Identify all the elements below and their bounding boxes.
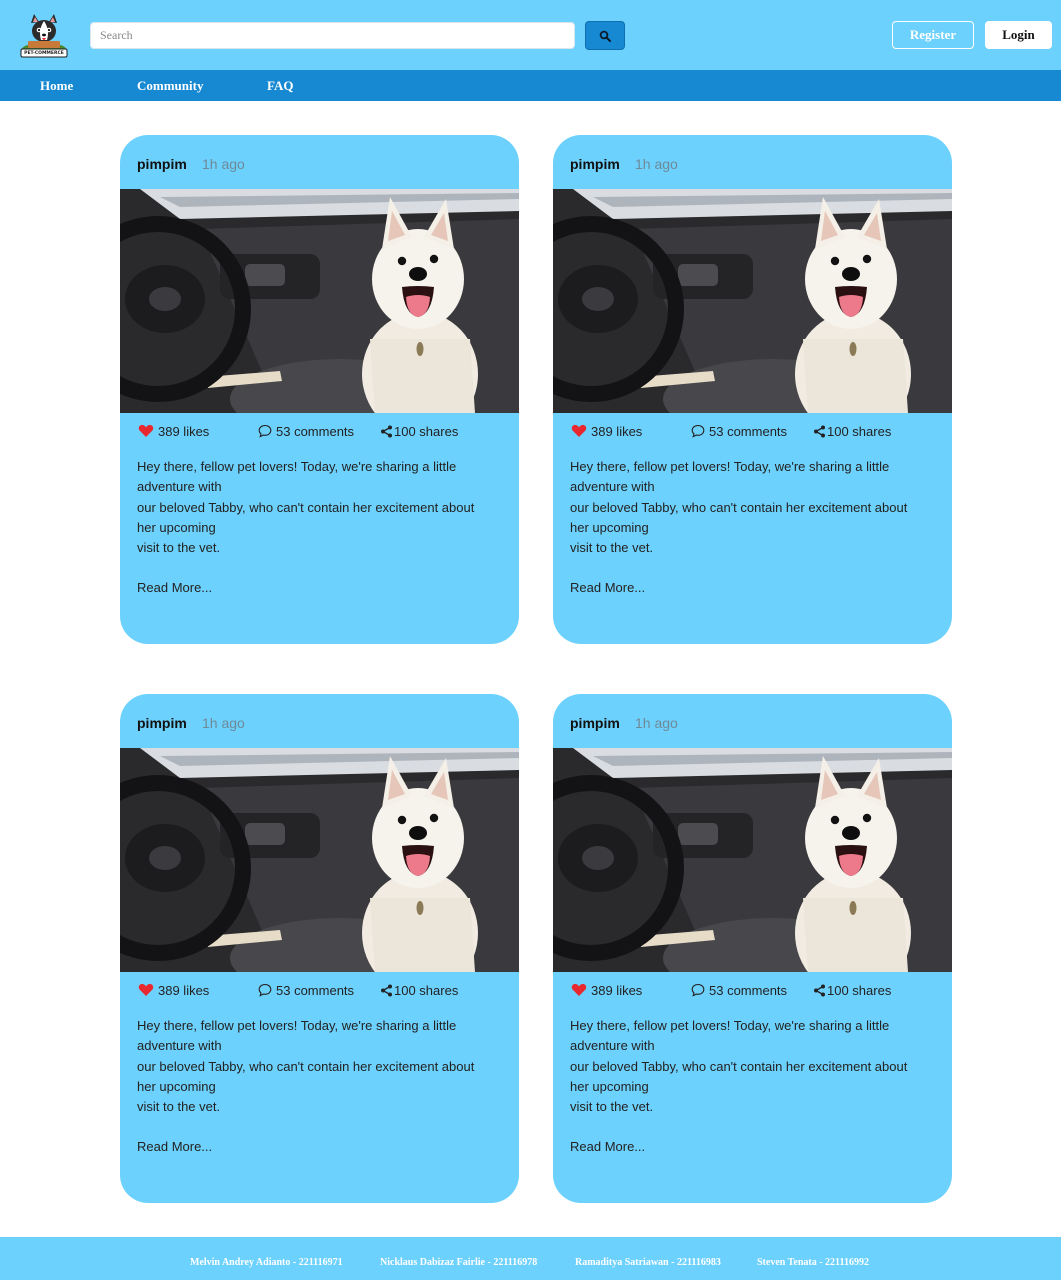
heart-icon — [571, 424, 587, 437]
likes-count: 389 likes — [591, 982, 643, 998]
comment-bubble-icon — [258, 983, 272, 997]
post-body-line: our beloved Tabby, who can't contain her… — [137, 499, 475, 515]
shares-count: 100 shares — [827, 423, 892, 439]
nav-item-community[interactable]: Community — [137, 70, 203, 101]
share-button[interactable]: 100 shares — [813, 422, 891, 440]
footer-credit: Melvin Andrey Adianto - 221116971 — [190, 1257, 343, 1268]
footer-credit: Ramaditya Satriawan - 221116983 — [575, 1257, 721, 1268]
post-body: Hey there, fellow pet lovers! Today, we'… — [137, 1016, 502, 1117]
post-body-line: visit to the vet. — [137, 540, 221, 556]
post-time: 1h ago — [202, 156, 245, 172]
share-icon — [381, 984, 392, 996]
share-button[interactable]: 100 shares — [380, 422, 458, 440]
share-button[interactable]: 100 shares — [380, 981, 458, 999]
shares-count: 100 shares — [827, 982, 892, 998]
top-header: PET-COMMERCE Register Login — [0, 0, 1061, 70]
share-icon — [814, 984, 825, 996]
comment-bubble-icon — [258, 424, 272, 438]
post-body: Hey there, fellow pet lovers! Today, we'… — [137, 457, 502, 558]
like-button[interactable]: 389 likes — [138, 422, 209, 440]
post-photo[interactable] — [553, 189, 952, 413]
post-body: Hey there, fellow pet lovers! Today, we'… — [570, 457, 935, 558]
comments-count: 53 comments — [709, 982, 788, 998]
shares-count: 100 shares — [394, 423, 459, 439]
comments-count: 53 comments — [276, 423, 355, 439]
comment-button[interactable]: 53 comments — [258, 422, 354, 440]
share-icon — [814, 425, 825, 437]
post-body-line: adventure with — [137, 479, 222, 495]
heart-icon — [138, 424, 154, 437]
comment-bubble-icon — [691, 424, 705, 438]
nav-item-home[interactable]: Home — [40, 70, 73, 101]
post-photo[interactable] — [553, 748, 952, 972]
share-button[interactable]: 100 shares — [813, 981, 891, 999]
pet-commerce-logo[interactable]: PET-COMMERCE — [19, 11, 69, 59]
share-icon — [381, 425, 392, 437]
post-body-line: her upcoming — [570, 1078, 649, 1094]
post-body-line: Hey there, fellow pet lovers! Today, we'… — [570, 459, 890, 474]
post-photo[interactable] — [120, 748, 519, 972]
comment-button[interactable]: 53 comments — [691, 422, 787, 440]
search-input[interactable] — [90, 22, 575, 49]
post-body-line: adventure with — [137, 1038, 222, 1054]
post-body-line: her upcoming — [570, 519, 649, 535]
footer-credit: Nicklaus Dabizaz Fairlie - 221116978 — [380, 1257, 538, 1268]
post-photo[interactable] — [120, 189, 519, 413]
post-username[interactable]: pimpim — [137, 715, 187, 731]
likes-count: 389 likes — [591, 423, 643, 439]
read-more-link[interactable]: Read More... — [570, 580, 645, 595]
post-username[interactable]: pimpim — [570, 715, 620, 731]
post-body-line: Hey there, fellow pet lovers! Today, we'… — [570, 1018, 890, 1033]
post-card: pimpim 1h ago 389 likes 53 comments 100 … — [553, 694, 952, 1203]
nav-item-faq[interactable]: FAQ — [267, 70, 293, 101]
heart-icon — [138, 983, 154, 996]
heart-icon — [571, 983, 587, 996]
post-username[interactable]: pimpim — [137, 156, 187, 172]
footer: Melvin Andrey Adianto - 221116971 Nickla… — [0, 1237, 1061, 1280]
like-button[interactable]: 389 likes — [571, 981, 642, 999]
like-button[interactable]: 389 likes — [138, 981, 209, 999]
post-card: pimpim 1h ago 389 likes 53 comments 100 … — [553, 135, 952, 644]
main-nav: Home Community FAQ — [0, 70, 1061, 101]
post-body-line: Hey there, fellow pet lovers! Today, we'… — [137, 459, 457, 474]
likes-count: 389 likes — [158, 423, 210, 439]
read-more-link[interactable]: Read More... — [137, 1139, 212, 1154]
post-card: pimpim 1h ago 389 likes 53 comments 100 … — [120, 135, 519, 644]
like-button[interactable]: 389 likes — [571, 422, 642, 440]
post-time: 1h ago — [635, 156, 678, 172]
post-body-line: our beloved Tabby, who can't contain her… — [570, 1058, 908, 1074]
footer-credit: Steven Tenata - 221116992 — [757, 1257, 869, 1268]
post-time: 1h ago — [202, 715, 245, 731]
comment-bubble-icon — [691, 983, 705, 997]
comments-count: 53 comments — [276, 982, 355, 998]
logo-text: PET-COMMERCE — [24, 51, 64, 56]
comment-button[interactable]: 53 comments — [691, 981, 787, 999]
post-body-line: visit to the vet. — [570, 540, 654, 556]
comment-button[interactable]: 53 comments — [258, 981, 354, 999]
post-body-line: our beloved Tabby, who can't contain her… — [137, 1058, 475, 1074]
post-body-line: her upcoming — [137, 519, 216, 535]
search-button[interactable] — [585, 21, 625, 50]
post-body-line: visit to the vet. — [137, 1099, 221, 1115]
post-body-line: visit to the vet. — [570, 1099, 654, 1115]
shares-count: 100 shares — [394, 982, 459, 998]
likes-count: 389 likes — [158, 982, 210, 998]
post-body-line: adventure with — [570, 1038, 655, 1054]
post-body-line: her upcoming — [137, 1078, 216, 1094]
register-button[interactable]: Register — [892, 21, 974, 49]
post-card: pimpim 1h ago 389 likes 53 comments 100 … — [120, 694, 519, 1203]
read-more-link[interactable]: Read More... — [570, 1139, 645, 1154]
post-body: Hey there, fellow pet lovers! Today, we'… — [570, 1016, 935, 1117]
read-more-link[interactable]: Read More... — [137, 580, 212, 595]
search-icon — [599, 30, 611, 42]
post-body-line: adventure with — [570, 479, 655, 495]
post-body-line: our beloved Tabby, who can't contain her… — [570, 499, 908, 515]
post-username[interactable]: pimpim — [570, 156, 620, 172]
login-button[interactable]: Login — [985, 21, 1052, 49]
comments-count: 53 comments — [709, 423, 788, 439]
post-time: 1h ago — [635, 715, 678, 731]
post-body-line: Hey there, fellow pet lovers! Today, we'… — [137, 1018, 457, 1033]
